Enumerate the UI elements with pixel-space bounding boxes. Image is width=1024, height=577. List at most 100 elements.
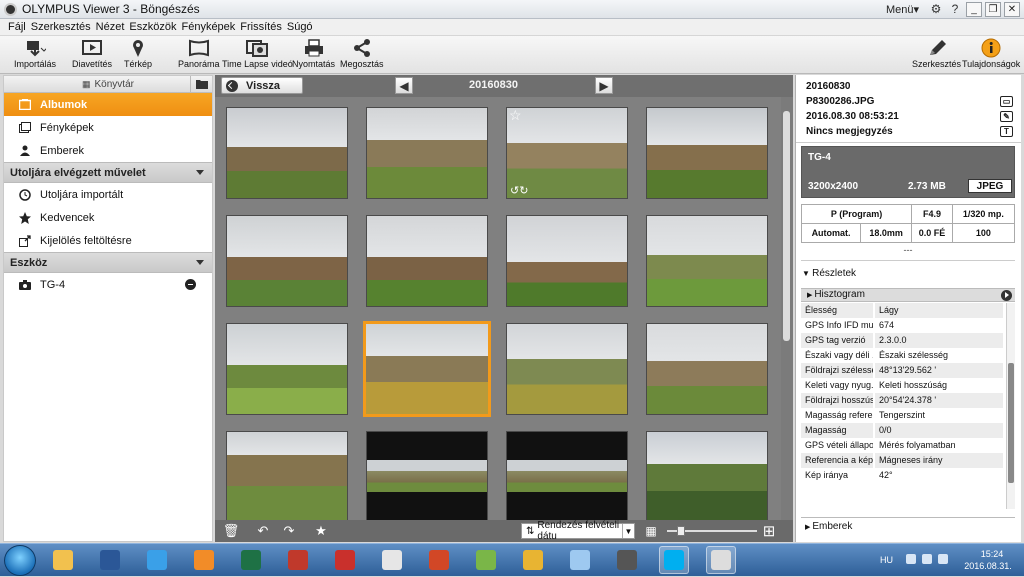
- favorite-star-outline-icon[interactable]: ☆: [509, 108, 522, 124]
- taskbar-tools-icon[interactable]: [283, 546, 313, 574]
- thumbnail-size-slider[interactable]: [667, 526, 757, 536]
- taskbar-explorer-folder-icon[interactable]: [48, 546, 78, 574]
- photo-thumbnail[interactable]: [646, 323, 768, 415]
- people-toggle[interactable]: Emberek: [801, 517, 1015, 535]
- eject-icon[interactable]: [185, 279, 196, 290]
- trash-icon[interactable]: 🗑: [223, 523, 240, 539]
- folder-icon[interactable]: [190, 76, 212, 92]
- taskbar-chrome-icon[interactable]: [518, 546, 548, 574]
- taskbar-magnifier-icon[interactable]: [565, 546, 595, 574]
- scrollbar-thumb[interactable]: [1008, 363, 1014, 483]
- taskbar-media-player-icon[interactable]: [189, 546, 219, 574]
- photo-thumbnail[interactable]: [506, 431, 628, 520]
- close-button[interactable]: ✕: [1004, 1, 1020, 17]
- details-toggle[interactable]: Részletek: [802, 268, 856, 279]
- pencil-icon: [926, 38, 948, 58]
- photo-thumbnail[interactable]: [646, 107, 768, 199]
- timelapse-button[interactable]: Time Lapse videó: [222, 38, 293, 69]
- taskbar-internet-explorer-icon[interactable]: [142, 546, 172, 574]
- rotate-left-icon[interactable]: ↶: [255, 523, 271, 539]
- edit-date-icon[interactable]: ✎: [1000, 111, 1013, 122]
- share-button[interactable]: Megosztás: [340, 38, 384, 69]
- menu-photos[interactable]: Fényképek: [181, 21, 235, 33]
- network-icon[interactable]: [922, 554, 932, 564]
- taskbar-excel-icon[interactable]: [236, 546, 266, 574]
- photo-thumbnail[interactable]: [646, 431, 768, 520]
- photo-thumbnail[interactable]: [366, 215, 488, 307]
- settings-gear-icon[interactable]: ⚙: [928, 1, 944, 17]
- menu-help[interactable]: Súgó: [287, 21, 313, 33]
- taskbar-color-picker-icon[interactable]: [471, 546, 501, 574]
- histogram-row[interactable]: ▶ Hisztogram: [801, 288, 1015, 302]
- start-button[interactable]: [4, 545, 36, 576]
- language-indicator[interactable]: HU: [880, 555, 893, 565]
- collapse-triangle-icon: [196, 260, 204, 265]
- slider-knob[interactable]: [677, 526, 685, 536]
- nav-item-album[interactable]: Albumok: [4, 93, 212, 116]
- menu-view[interactable]: Nézet: [96, 21, 125, 33]
- recent-section-header[interactable]: Utoljára elvégzett művelet: [4, 162, 212, 183]
- photo-thumbnail[interactable]: [226, 215, 348, 307]
- small-grid-icon[interactable]: ▦: [643, 523, 659, 539]
- photo-thumbnail[interactable]: [226, 107, 348, 199]
- grid-scrollbar[interactable]: [781, 97, 793, 520]
- volume-icon[interactable]: [938, 554, 948, 564]
- photo-thumbnail[interactable]: [366, 431, 488, 520]
- restore-button[interactable]: ❐: [985, 1, 1001, 17]
- photo-thumbnail[interactable]: [366, 107, 488, 199]
- rename-icon[interactable]: ▭: [1000, 96, 1013, 107]
- minimize-button[interactable]: _: [966, 1, 982, 17]
- rotate-overlay-icon[interactable]: ↺↻: [510, 184, 528, 197]
- file-size: 2.73 MB: [908, 181, 946, 192]
- play-circle-icon[interactable]: [1001, 290, 1012, 301]
- comment-icon[interactable]: T: [1000, 126, 1013, 137]
- library-header[interactable]: ▦ Könyvtár: [4, 76, 212, 93]
- menu-button[interactable]: Menü▾: [886, 3, 919, 16]
- taskbar-paint-icon[interactable]: [377, 546, 407, 574]
- photo-thumbnail[interactable]: [506, 323, 628, 415]
- photo-thumbnail[interactable]: [226, 431, 348, 520]
- photo-thumbnail[interactable]: ☆ ↺↻: [506, 107, 628, 199]
- photo-thumbnail[interactable]: [226, 323, 348, 415]
- device-section-header[interactable]: Eszköz: [4, 252, 212, 273]
- help-icon[interactable]: ?: [947, 1, 963, 17]
- slideshow-button[interactable]: Diavetítés: [72, 38, 112, 69]
- nav-item-camera[interactable]: TG-4: [4, 273, 212, 296]
- large-grid-icon[interactable]: ⊞: [761, 523, 777, 540]
- nav-item-photos[interactable]: Fényképek: [4, 116, 212, 139]
- properties-button[interactable]: Tulajdonságok: [962, 38, 1020, 69]
- taskbar-word-icon[interactable]: [95, 546, 125, 574]
- menu-edit[interactable]: Szerkesztés: [31, 21, 91, 33]
- nav-item-person[interactable]: Emberek: [4, 139, 212, 162]
- taskbar-powerpoint-icon[interactable]: [424, 546, 454, 574]
- scrollbar-thumb[interactable]: [783, 111, 790, 341]
- favorite-star-icon[interactable]: ★: [313, 523, 329, 539]
- print-button[interactable]: Nyomtatás: [292, 38, 335, 69]
- nav-item-star[interactable]: Kedvencek: [4, 206, 212, 229]
- photo-thumbnail[interactable]: [506, 215, 628, 307]
- nav-item-upload[interactable]: Kijelölés feltöltésre: [4, 229, 212, 252]
- menu-refresh[interactable]: Frissítés: [240, 21, 282, 33]
- clock-date[interactable]: 2016.08.31.: [962, 561, 1014, 571]
- menu-tools[interactable]: Eszközök: [129, 21, 176, 33]
- taskbar-adobe-reader-icon[interactable]: [330, 546, 360, 574]
- prev-folder-button[interactable]: ◀: [395, 77, 413, 94]
- taskbar-photo-viewer-icon[interactable]: [612, 546, 642, 574]
- menu-file[interactable]: Fájl: [8, 21, 26, 33]
- map-button[interactable]: Térkép: [124, 38, 152, 69]
- clock-time[interactable]: 15:24: [972, 549, 1012, 559]
- properties-scrollbar[interactable]: [1006, 303, 1015, 509]
- edit-button[interactable]: Szerkesztés: [912, 38, 961, 69]
- back-button[interactable]: Vissza: [221, 77, 303, 94]
- import-button[interactable]: Importálás: [14, 38, 56, 69]
- taskbar-olympus-viewer-icon[interactable]: [706, 546, 736, 574]
- photo-thumbnail[interactable]: [646, 215, 768, 307]
- rotate-right-icon[interactable]: ↷: [281, 523, 297, 539]
- panorama-button[interactable]: Panoráma: [178, 38, 220, 69]
- taskbar-skype-icon[interactable]: [659, 546, 689, 574]
- photo-thumbnail[interactable]: [363, 321, 491, 417]
- sort-dropdown[interactable]: ⇅ Rendezés felvételi dátu ▼: [521, 520, 635, 542]
- tray-up-icon[interactable]: [906, 554, 916, 564]
- next-folder-button[interactable]: ▶: [595, 77, 613, 94]
- nav-item-clock[interactable]: Utoljára importált: [4, 183, 212, 206]
